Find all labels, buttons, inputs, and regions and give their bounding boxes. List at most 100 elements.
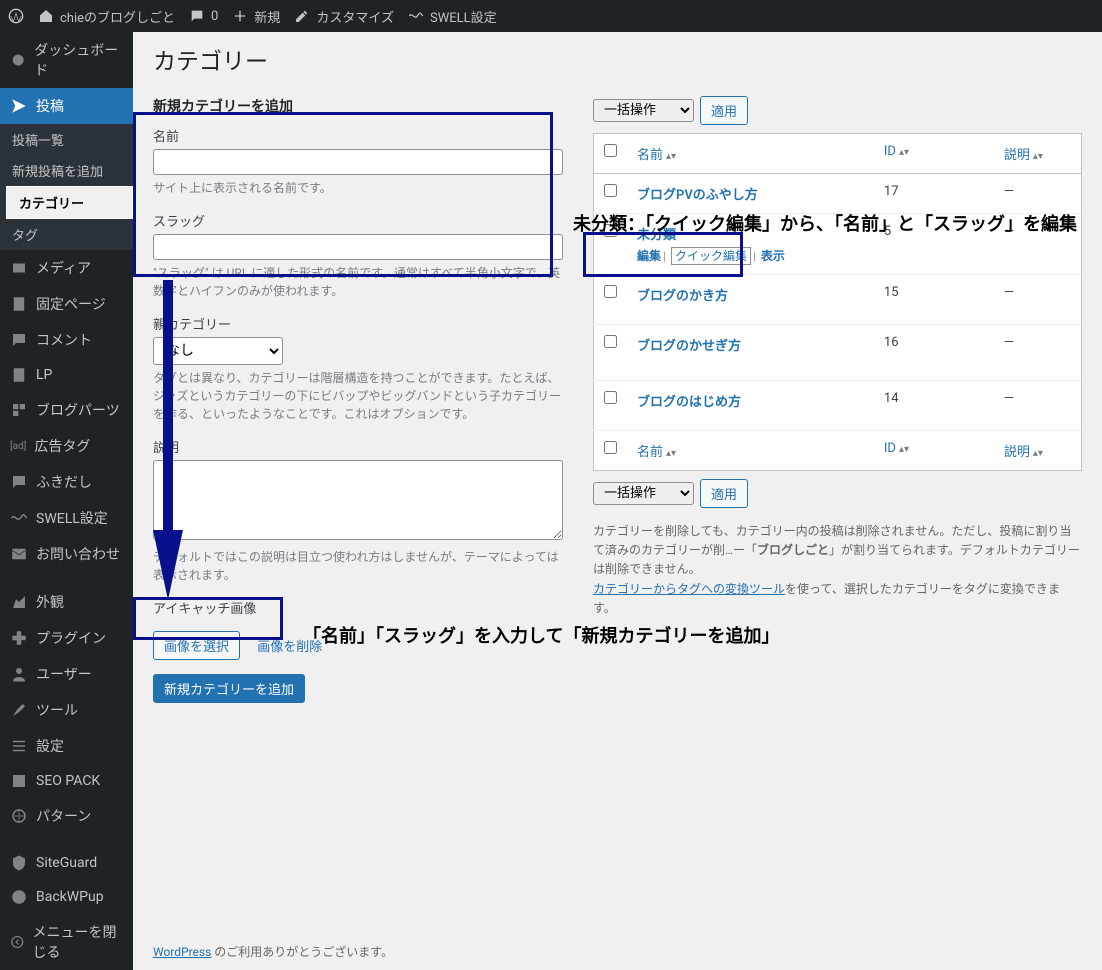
bulk-apply-top[interactable]: 適用 xyxy=(700,96,748,125)
row-checkbox[interactable] xyxy=(604,184,617,197)
menu-pattern[interactable]: パターン xyxy=(0,798,133,834)
cat-id: 14 xyxy=(874,381,994,431)
cat-link[interactable]: 未分類 xyxy=(637,228,676,243)
menu-appearance[interactable]: 外観 xyxy=(0,584,133,620)
name-input[interactable] xyxy=(153,149,563,175)
swell-link[interactable]: SWELL設定 xyxy=(408,7,497,26)
cat-link[interactable]: ブログのかせぎ方 xyxy=(637,339,741,354)
comments-link[interactable]: 0 xyxy=(189,8,218,24)
table-row: 未分類 編集| クイック編集| 表示 5 — xyxy=(594,214,1082,275)
row-checkbox[interactable] xyxy=(604,285,617,298)
new-label: 新規 xyxy=(254,7,280,26)
bulk-apply-bottom[interactable]: 適用 xyxy=(700,479,748,508)
menu-seopack[interactable]: SEO PACK xyxy=(0,764,133,798)
menu-siteguard[interactable]: SiteGuard xyxy=(0,846,133,880)
submenu-categories[interactable]: カテゴリー xyxy=(6,186,133,219)
col-desc[interactable]: 説明▴▾ xyxy=(1004,148,1043,163)
submenu-tags[interactable]: タグ xyxy=(0,219,133,250)
cat-desc: — xyxy=(994,174,1082,214)
row-actions: 編集| クイック編集| 表示 xyxy=(637,247,864,264)
menu-ad-tag[interactable]: [ad]広告タグ xyxy=(0,428,133,464)
row-checkbox[interactable] xyxy=(604,335,617,348)
col-id-foot[interactable]: ID▴▾ xyxy=(884,441,909,456)
menu-swell[interactable]: SWELL設定 xyxy=(0,500,133,536)
desc-textarea[interactable] xyxy=(153,460,563,540)
col-name-foot[interactable]: 名前▴▾ xyxy=(637,445,676,460)
menu-collapse[interactable]: メニューを閉じる xyxy=(0,914,133,970)
tablenav-bottom: 一括操作 適用 xyxy=(593,479,1082,508)
new-content-link[interactable]: 新規 xyxy=(232,7,280,26)
admin-sidebar: ダッシュボード 投稿 投稿一覧 新規投稿を追加 カテゴリー タグ メディア 固定… xyxy=(0,32,133,970)
menu-pages[interactable]: 固定ページ xyxy=(0,286,133,322)
menu-lp[interactable]: LP xyxy=(0,358,133,392)
select-all-top[interactable] xyxy=(604,144,617,157)
desc-label: 説明 xyxy=(153,437,563,456)
menu-comments[interactable]: コメント xyxy=(0,322,133,358)
menu-media[interactable]: メディア xyxy=(0,250,133,286)
menu-settings[interactable]: 設定 xyxy=(0,728,133,764)
submit-add-category[interactable]: 新規カテゴリーを追加 xyxy=(153,674,305,703)
col-name[interactable]: 名前▴▾ xyxy=(637,148,676,163)
menu-dashboard[interactable]: ダッシュボード xyxy=(0,32,133,88)
content-area: カテゴリー 新規カテゴリーを追加 名前 サイト上に表示される名前です。 スラッグ… xyxy=(133,32,1102,970)
parent-label: 親カテゴリー xyxy=(153,314,563,333)
action-quick-edit[interactable]: クイック編集 xyxy=(671,247,751,265)
col-id[interactable]: ID▴▾ xyxy=(884,144,909,159)
desc-desc: デフォルトではこの説明は目立つ使われ方はしませんが、テーマによっては表示されます… xyxy=(153,548,563,584)
menu-fukidashi[interactable]: ふきだし xyxy=(0,464,133,500)
menu-contact[interactable]: お問い合わせ xyxy=(0,536,133,572)
delete-image-link[interactable]: 画像を削除 xyxy=(257,640,322,655)
customize-link[interactable]: カスタマイズ xyxy=(294,7,394,26)
name-desc: サイト上に表示される名前です。 xyxy=(153,179,563,197)
add-category-form: 新規カテゴリーを追加 名前 サイト上に表示される名前です。 スラッグ "スラッグ… xyxy=(153,96,563,703)
parent-desc: タグとは異なり、カテゴリーは階層構造を持つことができます。たとえば、ジャズという… xyxy=(153,369,563,423)
add-heading: 新規カテゴリーを追加 xyxy=(153,96,563,116)
cat-link[interactable]: ブログPVのふやし方 xyxy=(637,188,758,203)
select-all-bottom[interactable] xyxy=(604,441,617,454)
submenu-posts: 投稿一覧 新規投稿を追加 カテゴリー タグ xyxy=(0,124,133,250)
tablenav-top: 一括操作 適用 xyxy=(593,96,1082,125)
col-desc-foot[interactable]: 説明▴▾ xyxy=(1004,445,1043,460)
wordpress-link[interactable]: WordPress xyxy=(153,945,211,959)
table-row: ブログのかせぎ方 16 — xyxy=(594,325,1082,381)
category-list-panel: 一括操作 適用 名前▴▾ ID▴▾ 説明▴▾ xyxy=(593,96,1082,703)
menu-posts[interactable]: 投稿 xyxy=(0,88,133,124)
cat-link[interactable]: ブログのはじめ方 xyxy=(637,395,741,410)
select-image-button[interactable]: 画像を選択 xyxy=(153,631,240,660)
admin-toolbar: chieのブログしごと 0 新規 カスタマイズ SWELL設定 xyxy=(0,0,1102,32)
comment-count: 0 xyxy=(211,9,218,24)
categories-table: 名前▴▾ ID▴▾ 説明▴▾ ブログPVのふやし方 17 — xyxy=(593,133,1082,471)
table-row: ブログのはじめ方 14 — xyxy=(594,381,1082,431)
menu-users[interactable]: ユーザー xyxy=(0,656,133,692)
menu-backwpup[interactable]: BackWPup xyxy=(0,880,133,914)
action-view[interactable]: 表示 xyxy=(761,249,785,263)
action-edit[interactable]: 編集 xyxy=(637,249,661,263)
row-checkbox[interactable] xyxy=(604,391,617,404)
wp-logo[interactable] xyxy=(8,8,24,24)
site-home-link[interactable]: chieのブログしごと xyxy=(38,7,175,26)
cat-desc: — xyxy=(994,275,1082,325)
cat-desc: — xyxy=(994,214,1082,275)
bulk-action-select-bottom[interactable]: 一括操作 xyxy=(593,482,694,505)
submenu-all-posts[interactable]: 投稿一覧 xyxy=(0,124,133,155)
site-name: chieのブログしごと xyxy=(60,7,175,26)
submenu-add-post[interactable]: 新規投稿を追加 xyxy=(0,155,133,186)
delete-note: カテゴリーを削除しても、カテゴリー内の投稿は削除されません。ただし、投稿に割り当… xyxy=(593,522,1082,618)
slug-input[interactable] xyxy=(153,234,563,260)
parent-select[interactable]: なし xyxy=(153,337,283,365)
slug-desc: "スラッグ" は URL に適した形式の名前です。通常はすべて半角小文字で、英数… xyxy=(153,264,563,300)
cat-id: 15 xyxy=(874,275,994,325)
table-row: ブログのかき方 15 — xyxy=(594,275,1082,325)
bulk-action-select-top[interactable]: 一括操作 xyxy=(593,99,694,122)
cat-link[interactable]: ブログのかき方 xyxy=(637,289,728,304)
menu-tools[interactable]: ツール xyxy=(0,692,133,728)
convert-tool-link[interactable]: カテゴリーからタグへの変換ツール xyxy=(593,582,785,596)
table-row: ブログPVのふやし方 17 — xyxy=(594,174,1082,214)
footer: WordPress のご利用ありがとうございます。 xyxy=(153,943,393,960)
cat-desc: — xyxy=(994,381,1082,431)
menu-blog-parts[interactable]: ブログパーツ xyxy=(0,392,133,428)
swell-label: SWELL設定 xyxy=(430,7,497,26)
row-checkbox[interactable] xyxy=(604,224,617,237)
cat-id: 17 xyxy=(874,174,994,214)
menu-plugins[interactable]: プラグイン xyxy=(0,620,133,656)
